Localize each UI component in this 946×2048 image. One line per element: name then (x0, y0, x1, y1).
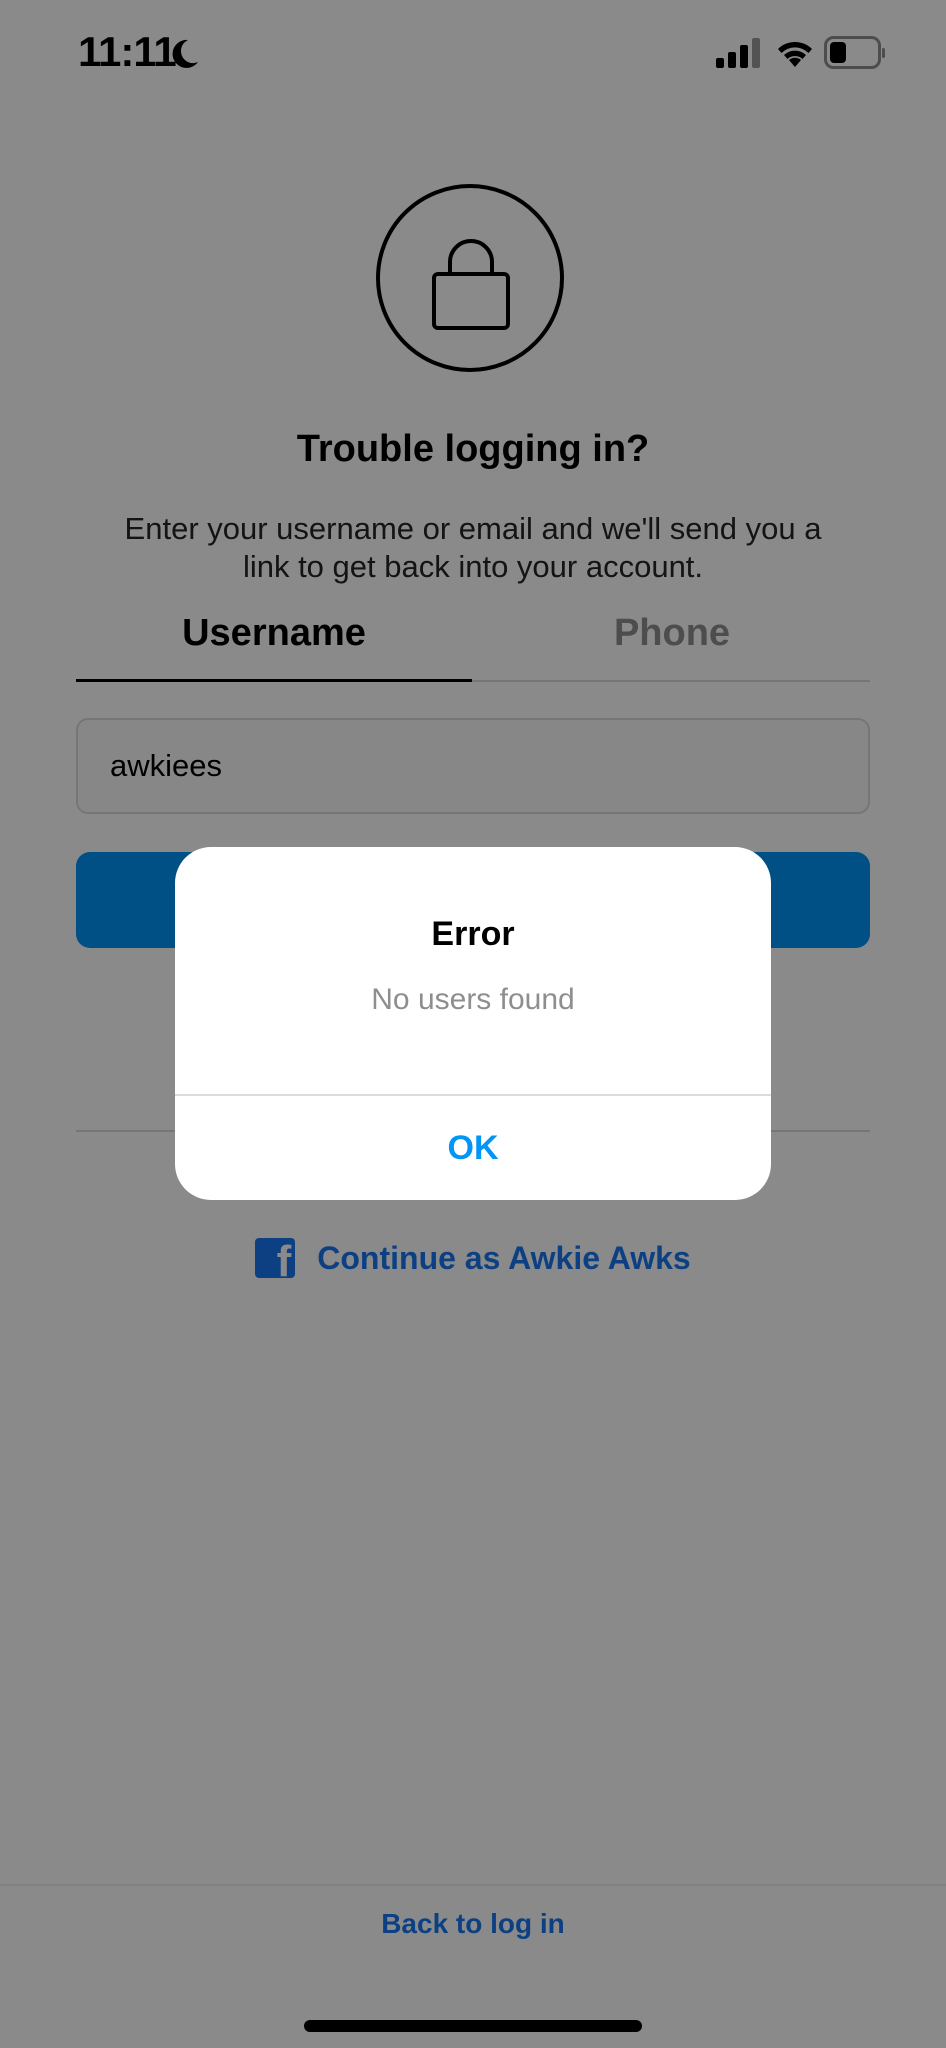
dialog-message: No users found (371, 983, 575, 1016)
screen: 11:11 Trouble logging in? Enter your use… (0, 0, 946, 2048)
dialog-ok-button[interactable]: OK (175, 1096, 771, 1200)
error-dialog: Error No users found OK (175, 847, 771, 1200)
dialog-title: Error (431, 915, 515, 953)
